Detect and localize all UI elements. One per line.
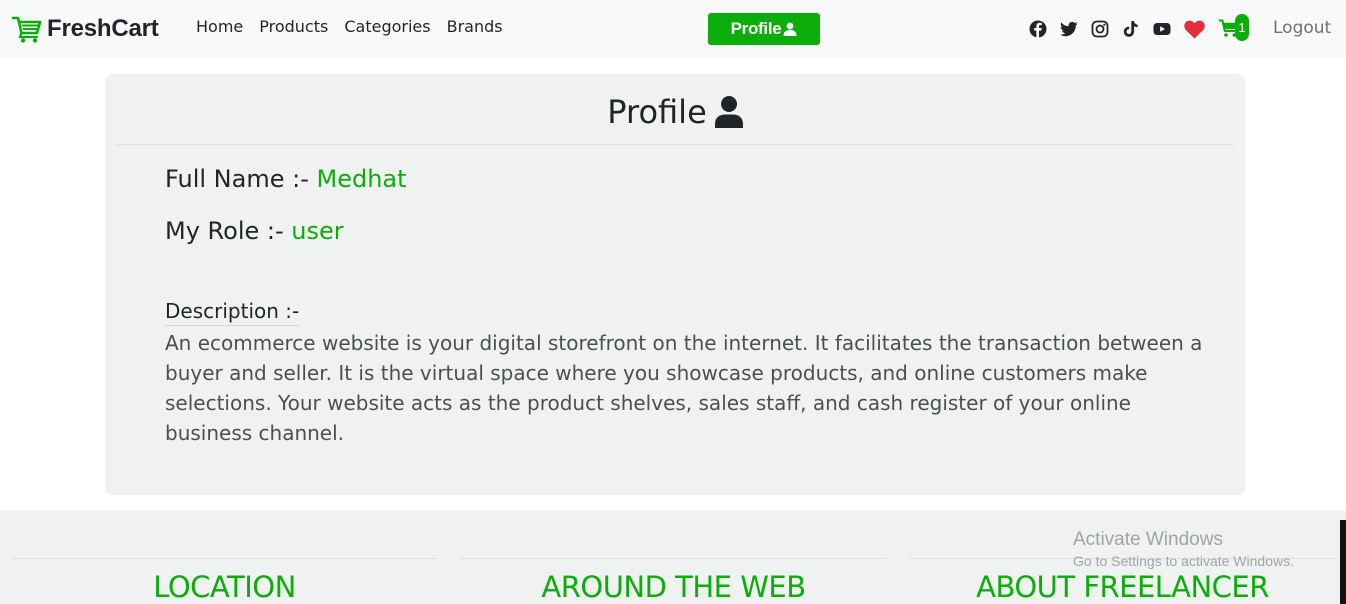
profile-heading: Profile	[105, 91, 1245, 133]
nav-icons: 1	[1029, 14, 1253, 41]
navbar: FreshCart Home Products Categories Brand…	[0, 0, 1346, 58]
brand-logo[interactable]: FreshCart	[12, 14, 159, 44]
logout-link[interactable]: Logout	[1273, 18, 1331, 38]
tiktok-icon[interactable]	[1122, 20, 1140, 38]
footer-heading-about-freelancer: ABOUT FREELANCER	[976, 570, 1269, 604]
nav-link-categories[interactable]: Categories	[344, 17, 430, 36]
full-name-label: Full Name :-	[165, 165, 317, 193]
user-icon	[783, 22, 797, 36]
full-name-value: Medhat	[316, 165, 407, 193]
nav-link-brands[interactable]: Brands	[447, 17, 503, 36]
nav-links: Home Products Categories Brands	[196, 17, 503, 36]
profile-button-label: Profile	[730, 19, 782, 38]
cart-icon	[12, 16, 42, 43]
youtube-icon[interactable]	[1153, 20, 1171, 38]
full-name-row: Full Name :- Medhat	[165, 165, 407, 193]
description-label: Description :-	[165, 299, 300, 326]
profile-button[interactable]: Profile	[708, 13, 820, 45]
windows-activation-watermark: Activate Windows Go to Settings to activ…	[1073, 529, 1294, 569]
nav-link-products[interactable]: Products	[259, 17, 328, 36]
role-label: My Role :-	[165, 217, 292, 245]
footer-column-location: LOCATION	[12, 558, 437, 604]
footer-column-around-the-web: AROUND THE WEB	[461, 558, 886, 604]
role-value: user	[291, 217, 344, 245]
watermark-title: Activate Windows	[1073, 529, 1223, 550]
description-text: An ecommerce website is your digital sto…	[165, 331, 1203, 445]
facebook-icon[interactable]	[1029, 20, 1047, 38]
user-icon	[714, 96, 743, 128]
footer-heading-around-the-web: AROUND THE WEB	[541, 570, 806, 604]
heart-icon[interactable]	[1184, 20, 1205, 39]
nav-link-home[interactable]: Home	[196, 17, 243, 36]
cart-button[interactable]: 1	[1219, 14, 1253, 41]
twitter-icon[interactable]	[1060, 20, 1078, 38]
footer-heading-location: LOCATION	[153, 570, 296, 604]
role-row: My Role :- user	[165, 217, 344, 245]
edge-strip	[1340, 520, 1346, 604]
watermark-subtitle: Go to Settings to activate Windows.	[1073, 553, 1294, 569]
profile-title: Profile	[607, 93, 707, 131]
brand-name: FreshCart	[47, 15, 159, 42]
profile-card: Profile Full Name :- Medhat My Role :- u…	[105, 74, 1245, 495]
divider	[117, 144, 1233, 145]
instagram-icon[interactable]	[1091, 20, 1109, 38]
cart-count-badge: 1	[1235, 14, 1249, 41]
